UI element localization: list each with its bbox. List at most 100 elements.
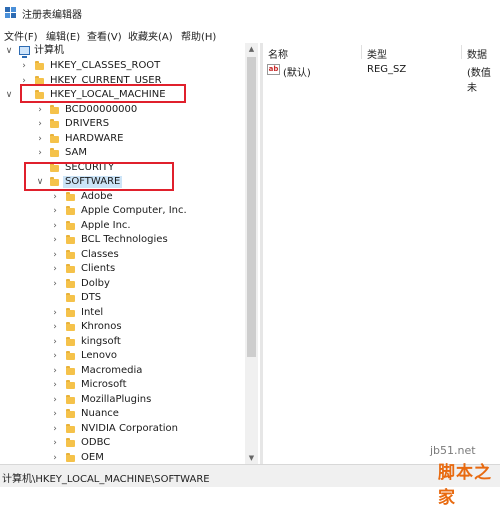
value-row[interactable]: ab (默认) REG_SZ (数值未 — [263, 63, 500, 94]
menu-file[interactable]: 文件(F) — [4, 28, 38, 43]
folder-icon — [66, 409, 75, 419]
folder-icon — [50, 148, 59, 158]
tree-node-dolby[interactable]: › Dolby — [0, 277, 245, 292]
folder-icon — [66, 322, 75, 332]
chevron-right-icon[interactable]: › — [50, 378, 60, 392]
computer-icon — [19, 46, 30, 58]
column-header-data[interactable]: 数据 — [467, 46, 487, 61]
chevron-right-icon[interactable]: › — [50, 407, 60, 421]
tree-node-hardware[interactable]: › HARDWARE — [0, 132, 245, 147]
folder-icon — [66, 264, 75, 274]
values-list[interactable]: 名称 类型 数据 ab (默认) REG_SZ (数值未 — [263, 43, 500, 464]
menu-edit[interactable]: 编辑(E) — [46, 28, 80, 43]
menu-favorites[interactable]: 收藏夹(A) — [128, 28, 173, 43]
tree-node-macromedia[interactable]: › Macromedia — [0, 364, 245, 379]
chevron-right-icon[interactable]: › — [50, 451, 60, 465]
chevron-right-icon[interactable]: › — [50, 335, 60, 349]
value-type: REG_SZ — [367, 64, 407, 75]
folder-icon — [50, 133, 59, 144]
watermark-url: jb51.net — [430, 444, 476, 457]
highlight-box-hklm — [20, 84, 186, 103]
title-bar: 注册表编辑器 — [0, 0, 500, 26]
tree-node-clients[interactable]: › Clients — [0, 262, 245, 277]
chevron-right-icon[interactable]: › — [50, 393, 60, 407]
menu-help[interactable]: 帮助(H) — [181, 28, 216, 43]
folder-icon — [66, 351, 75, 361]
registry-tree[interactable]: ∨ 计算机 › HKEY_CLASSES_ROOT › HKEY_CURRENT… — [0, 43, 260, 464]
column-divider[interactable] — [361, 45, 362, 59]
chevron-right-icon[interactable]: › — [35, 117, 45, 131]
tree-node-lenovo[interactable]: › Lenovo — [0, 349, 245, 364]
chevron-down-icon[interactable]: ∨ — [4, 88, 14, 102]
tree-scrollbar[interactable]: ▲ ▼ — [245, 43, 258, 464]
tree-node-bcl-technologies[interactable]: › BCL Technologies — [0, 233, 245, 248]
folder-icon — [66, 423, 75, 434]
tree-node-microsoft[interactable]: › Microsoft — [0, 378, 245, 393]
folder-icon — [66, 293, 75, 303]
tree-node-drivers[interactable]: › DRIVERS — [0, 117, 245, 132]
tree-node-mozillaplugins[interactable]: › MozillaPlugins — [0, 393, 245, 408]
folder-icon — [66, 278, 75, 289]
chevron-right-icon[interactable]: › — [50, 422, 60, 436]
folder-icon — [66, 235, 75, 245]
chevron-right-icon[interactable]: › — [50, 436, 60, 450]
menu-view[interactable]: 查看(V) — [87, 28, 122, 43]
chevron-right-icon[interactable]: › — [50, 190, 60, 204]
tree-node-apple-computer-inc[interactable]: › Apple Computer, Inc. — [0, 204, 245, 219]
chevron-right-icon[interactable]: › — [50, 204, 60, 218]
tree-node-nuance[interactable]: › Nuance — [0, 407, 245, 422]
value-data: (数值未 — [467, 68, 491, 94]
status-path: 计算机\HKEY_LOCAL_MACHINE\SOFTWARE — [2, 474, 210, 485]
folder-icon — [50, 104, 59, 115]
chevron-right-icon[interactable]: › — [35, 146, 45, 160]
chevron-right-icon[interactable]: › — [19, 59, 29, 73]
chevron-right-icon[interactable]: › — [50, 349, 60, 363]
tree-node-bcd00000000[interactable]: › BCD00000000 — [0, 103, 245, 118]
tree-node-computer[interactable]: ∨ 计算机 — [0, 44, 245, 59]
tree-node-hkey-classes-root[interactable]: › HKEY_CLASSES_ROOT — [0, 59, 245, 74]
folder-icon — [66, 220, 75, 231]
tree-node-odbc[interactable]: › ODBC — [0, 436, 245, 451]
chevron-down-icon[interactable]: ∨ — [4, 44, 14, 58]
tree-node-nvidia-corporation[interactable]: › NVIDIA Corporation — [0, 422, 245, 437]
scroll-down-arrow-icon[interactable]: ▼ — [245, 452, 258, 464]
tree-node-kingsoft[interactable]: › kingsoft — [0, 335, 245, 350]
folder-icon — [50, 119, 59, 129]
chevron-right-icon[interactable]: › — [50, 277, 60, 291]
window-title: 注册表编辑器 — [22, 10, 82, 21]
folder-icon — [66, 452, 75, 463]
chevron-right-icon[interactable]: › — [50, 248, 60, 262]
chevron-right-icon[interactable]: › — [35, 103, 45, 117]
status-bar: 计算机\HKEY_LOCAL_MACHINE\SOFTWARE — [0, 464, 500, 487]
highlight-box-software — [24, 162, 174, 191]
tree-node-sam[interactable]: › SAM — [0, 146, 245, 161]
folder-icon — [66, 191, 75, 202]
folder-icon — [35, 61, 44, 71]
folder-icon — [66, 336, 75, 347]
chevron-right-icon[interactable]: › — [50, 233, 60, 247]
tree-node-apple-inc[interactable]: › Apple Inc. — [0, 219, 245, 234]
chevron-right-icon[interactable]: › — [50, 364, 60, 378]
chevron-right-icon[interactable]: › — [50, 219, 60, 233]
tree-node-classes[interactable]: › Classes — [0, 248, 245, 263]
scroll-up-arrow-icon[interactable]: ▲ — [245, 43, 258, 55]
tree-node-intel[interactable]: › Intel — [0, 306, 245, 321]
folder-icon — [66, 380, 75, 390]
registry-editor-icon — [5, 7, 16, 18]
chevron-right-icon[interactable]: › — [50, 262, 60, 276]
folder-icon — [66, 206, 75, 216]
string-value-icon: ab — [267, 64, 280, 75]
tree-node-oem[interactable]: › OEM — [0, 451, 245, 465]
column-divider[interactable] — [461, 45, 462, 59]
tree-node-dts[interactable]: DTS — [0, 291, 245, 306]
tree-node-khronos[interactable]: › Khronos — [0, 320, 245, 335]
folder-icon — [66, 438, 75, 448]
column-header-type[interactable]: 类型 — [367, 46, 387, 61]
tree-scrollbar-thumb[interactable] — [247, 57, 256, 357]
chevron-right-icon[interactable]: › — [50, 306, 60, 320]
watermark-logo: 脚本之家 — [438, 463, 492, 508]
column-header-name[interactable]: 名称 — [268, 46, 288, 61]
chevron-right-icon[interactable]: › — [35, 132, 45, 146]
tree-node-adobe[interactable]: › Adobe — [0, 190, 245, 205]
chevron-right-icon[interactable]: › — [50, 320, 60, 334]
